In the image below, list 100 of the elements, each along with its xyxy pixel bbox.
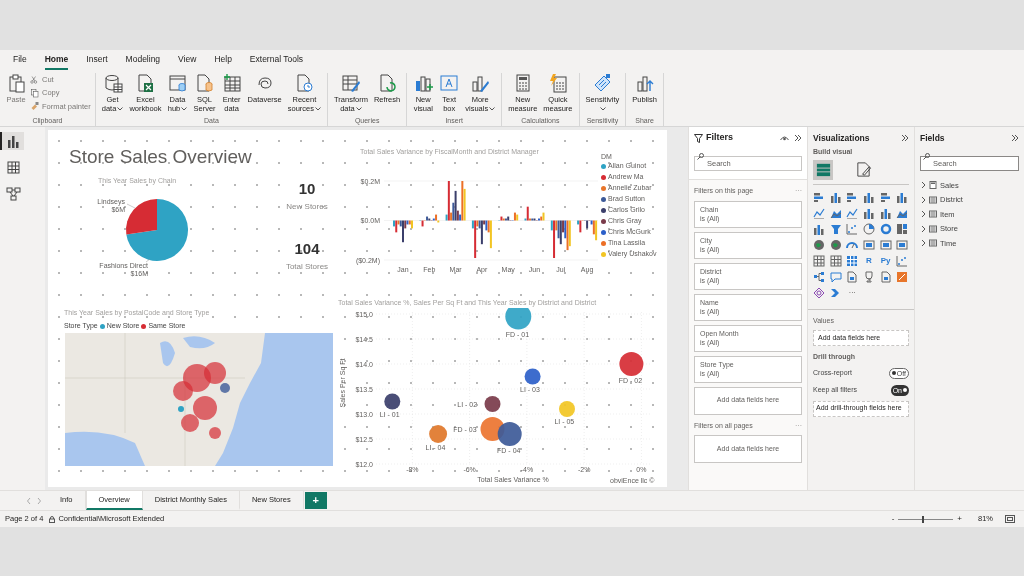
matrix-icon[interactable]: [846, 254, 859, 267]
zoom-out-button[interactable]: -: [889, 515, 897, 523]
table-icon: [929, 210, 937, 219]
column-chart-icon[interactable]: [879, 206, 892, 219]
table-icon[interactable]: [813, 254, 825, 267]
table-pencil-icon: [341, 73, 361, 93]
chevrons-icon[interactable]: [829, 286, 842, 299]
menu-tab[interactable]: Modeling: [125, 53, 161, 70]
filter-icon: [694, 133, 703, 143]
calculator-icon: [929, 181, 937, 190]
card-value: 104: [294, 239, 320, 259]
document-clock-icon: [294, 73, 315, 93]
table-icon: [929, 239, 937, 248]
slider-thumb[interactable]: [922, 515, 925, 523]
view-button[interactable]: [0, 132, 24, 150]
caret-icon: [315, 107, 322, 111]
menu-tab[interactable]: External Tools: [249, 53, 304, 70]
visual-type-button[interactable]: R: [863, 254, 875, 267]
bubble: [619, 352, 644, 376]
search-icon: [923, 153, 930, 160]
menu-tab[interactable]: Insert: [86, 53, 108, 70]
model-icon: [5, 185, 21, 201]
chart-pencil-icon: [470, 73, 491, 93]
search-icon: [697, 153, 704, 160]
visual-type-button[interactable]: Py: [879, 254, 892, 267]
zoom-slider[interactable]: [898, 515, 954, 523]
build-visual-icon: [814, 161, 832, 178]
pane-title: Fields: [920, 131, 945, 145]
card-label: Total Stores: [285, 260, 329, 273]
diamond-icon[interactable]: [813, 286, 825, 299]
menu-tab[interactable]: View: [178, 53, 197, 70]
menu-tab[interactable]: File: [13, 53, 27, 70]
collapse-icon[interactable]: [794, 134, 802, 142]
line-chart-icon[interactable]: [846, 206, 859, 219]
clipboard-icon: [6, 73, 26, 93]
caret-icon: [599, 107, 606, 111]
brush-icon: [30, 101, 40, 112]
table-icon: [5, 159, 21, 175]
hierarchy-icon[interactable]: [813, 270, 825, 283]
pie-chart-icon[interactable]: [863, 222, 875, 235]
scatter-icon[interactable]: [896, 254, 909, 267]
trophy-icon[interactable]: [863, 270, 875, 283]
card-icon[interactable]: [863, 238, 875, 251]
format-brush-icon: [854, 161, 872, 178]
card-icon[interactable]: [879, 238, 892, 251]
pane-title: Visualizations: [813, 131, 870, 145]
table-icon[interactable]: [829, 254, 842, 267]
treemap-icon[interactable]: [896, 222, 909, 235]
bubble: [524, 368, 541, 385]
calculator-bolt-icon: [547, 73, 568, 93]
eye-icon[interactable]: [780, 135, 789, 141]
add-page-button[interactable]: +: [304, 492, 327, 509]
zoom-in-button[interactable]: +: [955, 515, 964, 523]
line-chart-icon[interactable]: [813, 206, 825, 219]
column-chart-icon[interactable]: [896, 190, 909, 203]
globe-icon[interactable]: [829, 238, 842, 251]
table-icon: [929, 195, 937, 204]
caret-icon: [181, 107, 188, 111]
document-icon[interactable]: [879, 270, 892, 283]
leader-line: [126, 203, 136, 209]
document-icon[interactable]: [846, 270, 859, 283]
caret-icon: [489, 107, 496, 111]
table-icon: [929, 224, 937, 233]
window-icon: [167, 73, 188, 93]
column-chart-icon[interactable]: [863, 206, 875, 219]
stacked-bar-icon[interactable]: [846, 190, 859, 203]
document-icon: [194, 73, 215, 93]
bubble: [429, 425, 448, 443]
report-title: Store Sales Overview: [69, 145, 252, 169]
tag-icon: [592, 73, 613, 93]
bubble: [559, 401, 575, 417]
column-chart-icon[interactable]: [829, 190, 842, 203]
caret-icon: [355, 107, 362, 111]
leader-line: [145, 258, 151, 263]
spreadsheet-icon: [135, 73, 156, 93]
column-chart-icon[interactable]: [813, 222, 825, 235]
stacked-bar-icon[interactable]: [879, 190, 892, 203]
bubble: [497, 422, 522, 446]
chart-upload-icon: [634, 73, 655, 93]
globe-icon[interactable]: [813, 238, 825, 251]
copy-icon: [30, 87, 40, 98]
scatter-icon[interactable]: [846, 222, 859, 235]
puzzle-icon[interactable]: [896, 270, 909, 283]
card-value: 10: [298, 179, 316, 199]
collapse-icon[interactable]: [1011, 134, 1019, 142]
bar-chart-icon: [413, 73, 434, 93]
stacked-bar-icon[interactable]: [813, 190, 825, 203]
mode-button[interactable]: [813, 159, 833, 180]
card-icon[interactable]: [896, 238, 909, 251]
fit-page-icon[interactable]: [1005, 515, 1015, 523]
column-chart-icon[interactable]: [863, 190, 875, 203]
document-refresh-icon: [377, 73, 398, 93]
caret-icon: [117, 107, 124, 111]
collapse-icon[interactable]: [901, 134, 909, 142]
donut-chart-icon[interactable]: [879, 222, 892, 235]
menu-tab[interactable]: Help: [214, 53, 232, 70]
bubble: [505, 308, 532, 330]
speech-bubble-icon[interactable]: [829, 270, 842, 283]
pane-title: Filters: [706, 131, 733, 145]
funnel-icon[interactable]: [829, 222, 842, 235]
